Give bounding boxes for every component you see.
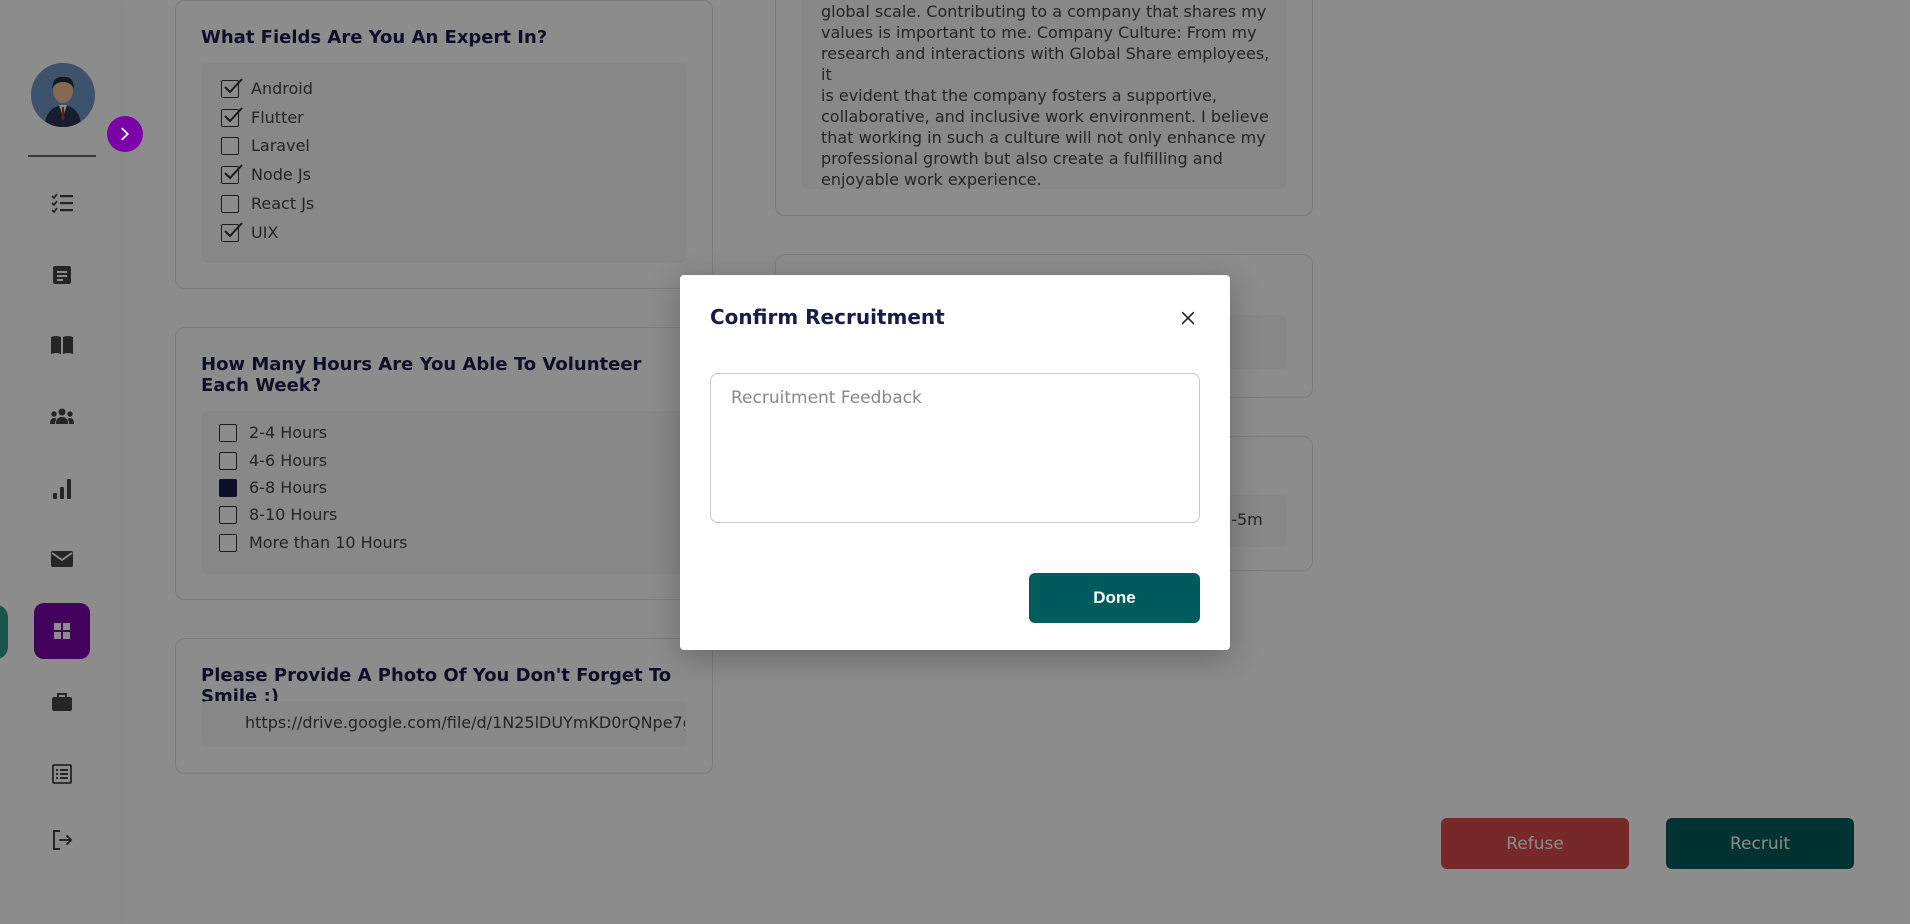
chevron-right-icon [121, 127, 129, 141]
recruitment-feedback-input[interactable] [710, 373, 1200, 523]
confirm-recruitment-dialog: Confirm Recruitment Done [680, 275, 1230, 650]
close-icon [1181, 311, 1195, 325]
sidebar-toggle-button[interactable] [107, 116, 143, 152]
done-button[interactable]: Done [1029, 573, 1200, 623]
close-button[interactable] [1177, 307, 1199, 329]
dialog-title: Confirm Recruitment [710, 305, 945, 329]
